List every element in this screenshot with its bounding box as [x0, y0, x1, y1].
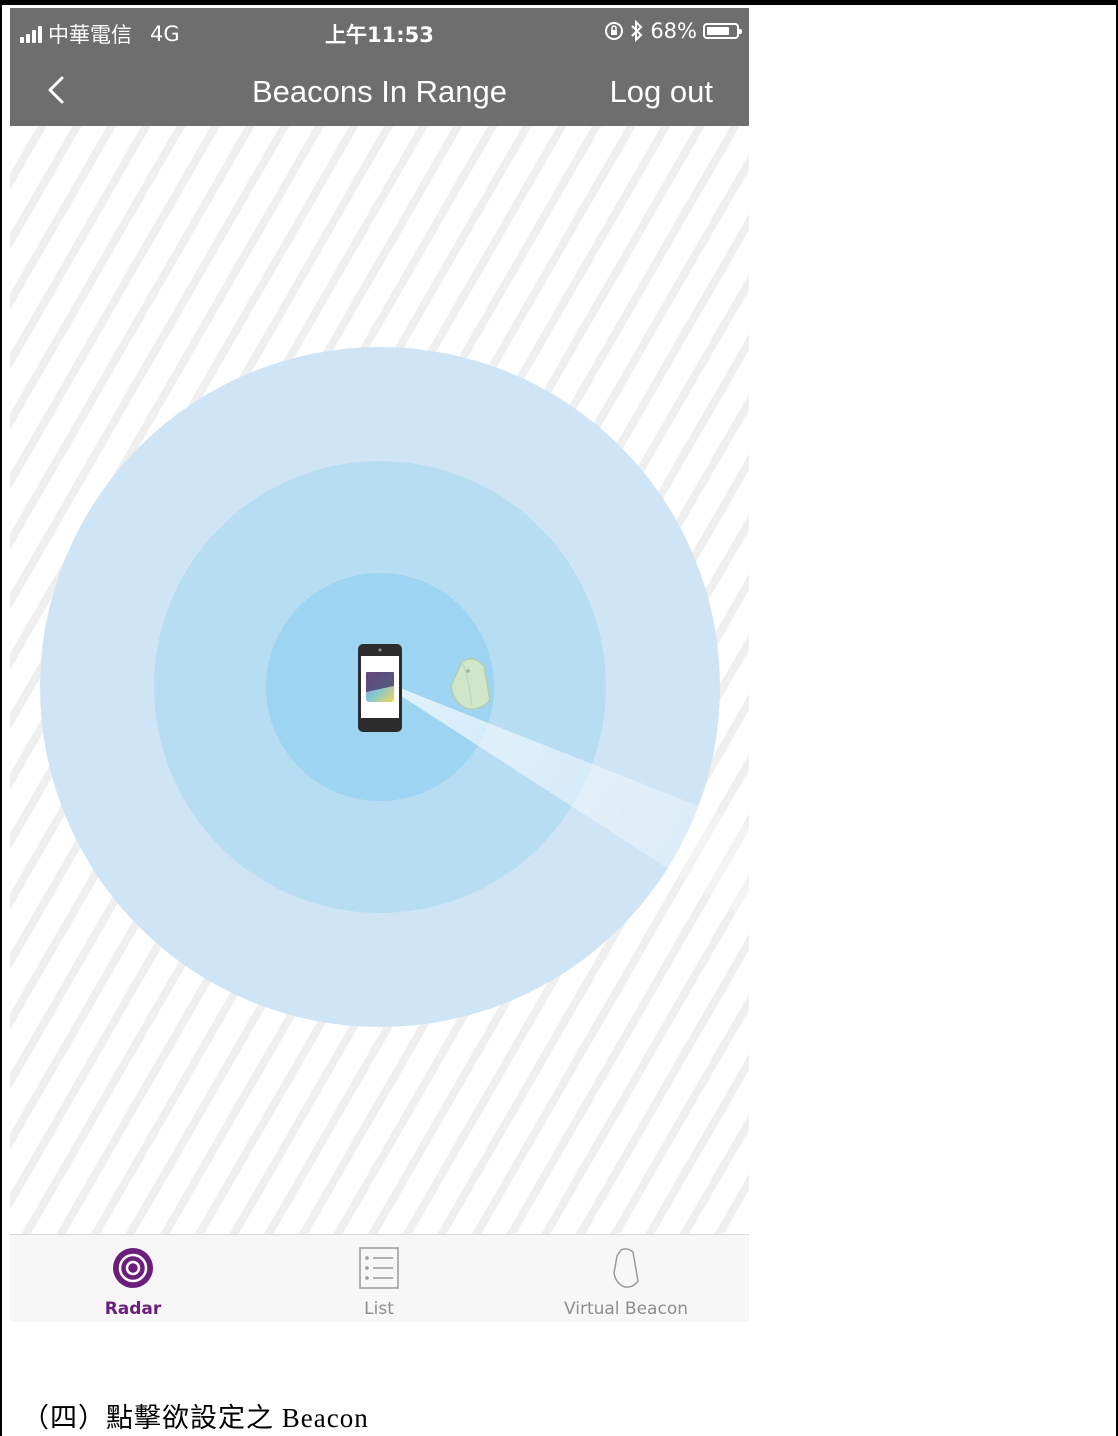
virtual-beacon-icon — [613, 1248, 639, 1288]
bluetooth-icon — [631, 20, 643, 42]
status-bar: 中華電信 4G 上午11:53 68% — [10, 8, 749, 56]
navigation-bar: Beacons In Range Log out — [10, 56, 749, 126]
tab-bar: Radar List Virtual Beacon — [10, 1234, 749, 1322]
tab-label: List — [364, 1299, 394, 1319]
battery-icon — [703, 23, 742, 39]
battery-percent: 68% — [650, 19, 697, 43]
radar-icon — [113, 1248, 153, 1288]
tab-radar[interactable]: Radar — [10, 1235, 256, 1322]
list-icon — [359, 1247, 399, 1289]
tab-virtual-beacon[interactable]: Virtual Beacon — [503, 1235, 749, 1322]
phone-screen: 中華電信 4G 上午11:53 68% Beacons In Range Log… — [10, 8, 749, 1322]
orientation-lock-icon — [605, 22, 624, 40]
radar-view — [10, 126, 749, 1234]
phone-icon[interactable] — [358, 644, 402, 732]
logout-button[interactable]: Log out — [610, 74, 713, 110]
tab-list[interactable]: List — [256, 1235, 502, 1322]
tab-label: Radar — [104, 1299, 162, 1319]
document-caption: （四）點擊欲設定之 Beacon — [22, 1403, 369, 1433]
tab-label: Virtual Beacon — [563, 1299, 688, 1319]
